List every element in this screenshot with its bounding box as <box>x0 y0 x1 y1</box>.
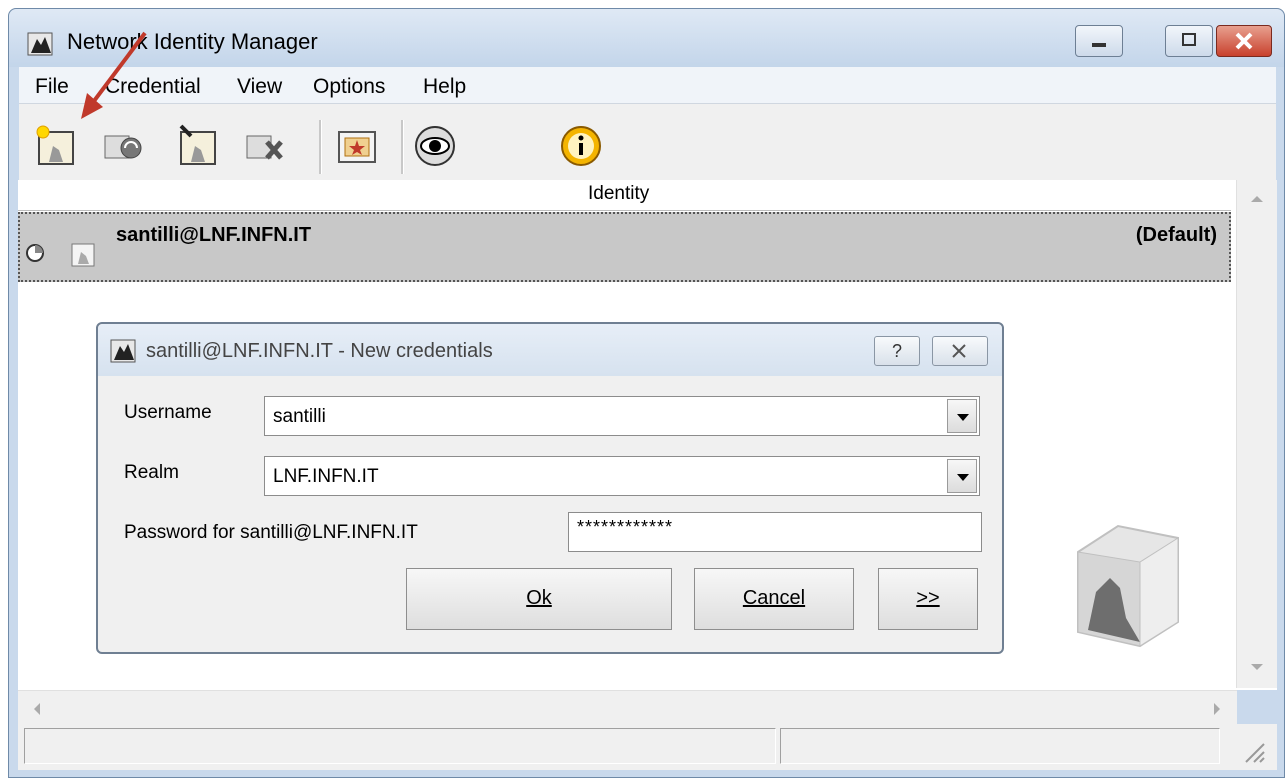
username-combobox[interactable]: santilli <box>264 396 980 436</box>
status-icon <box>26 244 44 262</box>
scroll-down-icon[interactable] <box>1249 662 1265 672</box>
realm-combobox[interactable]: LNF.INFN.IT <box>264 456 980 496</box>
realm-dropdown-button[interactable] <box>947 459 977 493</box>
menu-view[interactable]: View <box>237 75 282 99</box>
status-pane-right <box>780 728 1220 764</box>
about-icon[interactable] <box>559 124 603 168</box>
menu-file[interactable]: File <box>35 75 69 99</box>
scroll-right-icon[interactable] <box>1212 701 1222 717</box>
minimize-icon <box>1092 43 1106 47</box>
password-value: ************ <box>577 517 674 537</box>
password-label: Password for santilli@LNF.INFN.IT <box>124 522 418 543</box>
title-bar[interactable]: Network Identity Manager <box>9 9 1284 67</box>
new-credentials-icon[interactable] <box>35 124 79 168</box>
toolbar-separator <box>401 120 404 174</box>
username-value: santilli <box>273 406 326 427</box>
realm-label: Realm <box>124 462 179 483</box>
view-icon[interactable] <box>413 124 457 168</box>
dialog-title: santilli@LNF.INFN.IT - New credentials <box>146 340 493 362</box>
close-icon <box>1235 32 1253 50</box>
realm-value: LNF.INFN.IT <box>273 466 379 487</box>
passwords-icon[interactable] <box>335 124 379 168</box>
resize-grip-icon[interactable] <box>1240 738 1266 764</box>
toolbar <box>19 103 1276 191</box>
menu-bar: File Credential View Options Help <box>19 67 1276 103</box>
ok-button[interactable]: Ok <box>406 568 672 630</box>
toolbar-separator <box>319 120 322 174</box>
dialog-app-icon <box>110 339 136 363</box>
new-credentials-dialog: santilli@LNF.INFN.IT - New credentials ?… <box>96 322 1004 654</box>
help-label: ? <box>891 341 902 361</box>
identity-name: santilli@LNF.INFN.IT <box>116 224 312 246</box>
app-icon <box>27 32 53 56</box>
scroll-up-icon[interactable] <box>1249 194 1265 204</box>
vertical-scrollbar[interactable] <box>1236 180 1277 688</box>
cancel-button[interactable]: Cancel <box>694 568 854 630</box>
menu-options[interactable]: Options <box>313 75 385 99</box>
status-pane-left <box>24 728 776 764</box>
identity-row[interactable]: santilli@LNF.INFN.IT (Default) <box>18 212 1231 282</box>
destroy-credentials-icon[interactable] <box>245 124 289 168</box>
scroll-left-icon[interactable] <box>32 701 42 717</box>
default-badge: (Default) <box>1135 224 1217 246</box>
maximize-button[interactable] <box>1165 25 1213 57</box>
close-icon <box>952 344 966 358</box>
close-button[interactable] <box>1216 25 1272 57</box>
horizontal-scrollbar[interactable] <box>18 690 1237 725</box>
maximize-icon <box>1182 33 1196 46</box>
username-label: Username <box>124 402 212 423</box>
help-button[interactable]: ? <box>874 336 920 366</box>
minimize-button[interactable] <box>1075 25 1123 57</box>
column-header-label: Identity <box>588 183 650 204</box>
annotation-arrow <box>81 31 147 119</box>
status-bar <box>18 724 1277 770</box>
import-credentials-icon[interactable] <box>177 124 221 168</box>
dialog-title-bar[interactable]: santilli@LNF.INFN.IT - New credentials ? <box>98 324 1002 376</box>
identity-icon <box>71 243 95 267</box>
menu-help[interactable]: Help <box>423 75 466 99</box>
username-dropdown-button[interactable] <box>947 399 977 433</box>
dialog-close-button[interactable] <box>932 336 988 366</box>
identity-cube-image <box>1077 524 1179 648</box>
more-button[interactable]: >> <box>878 568 978 630</box>
renew-credentials-icon[interactable] <box>103 124 147 168</box>
password-field[interactable]: ************ <box>568 512 982 552</box>
column-header-identity[interactable]: Identity <box>18 180 1231 211</box>
